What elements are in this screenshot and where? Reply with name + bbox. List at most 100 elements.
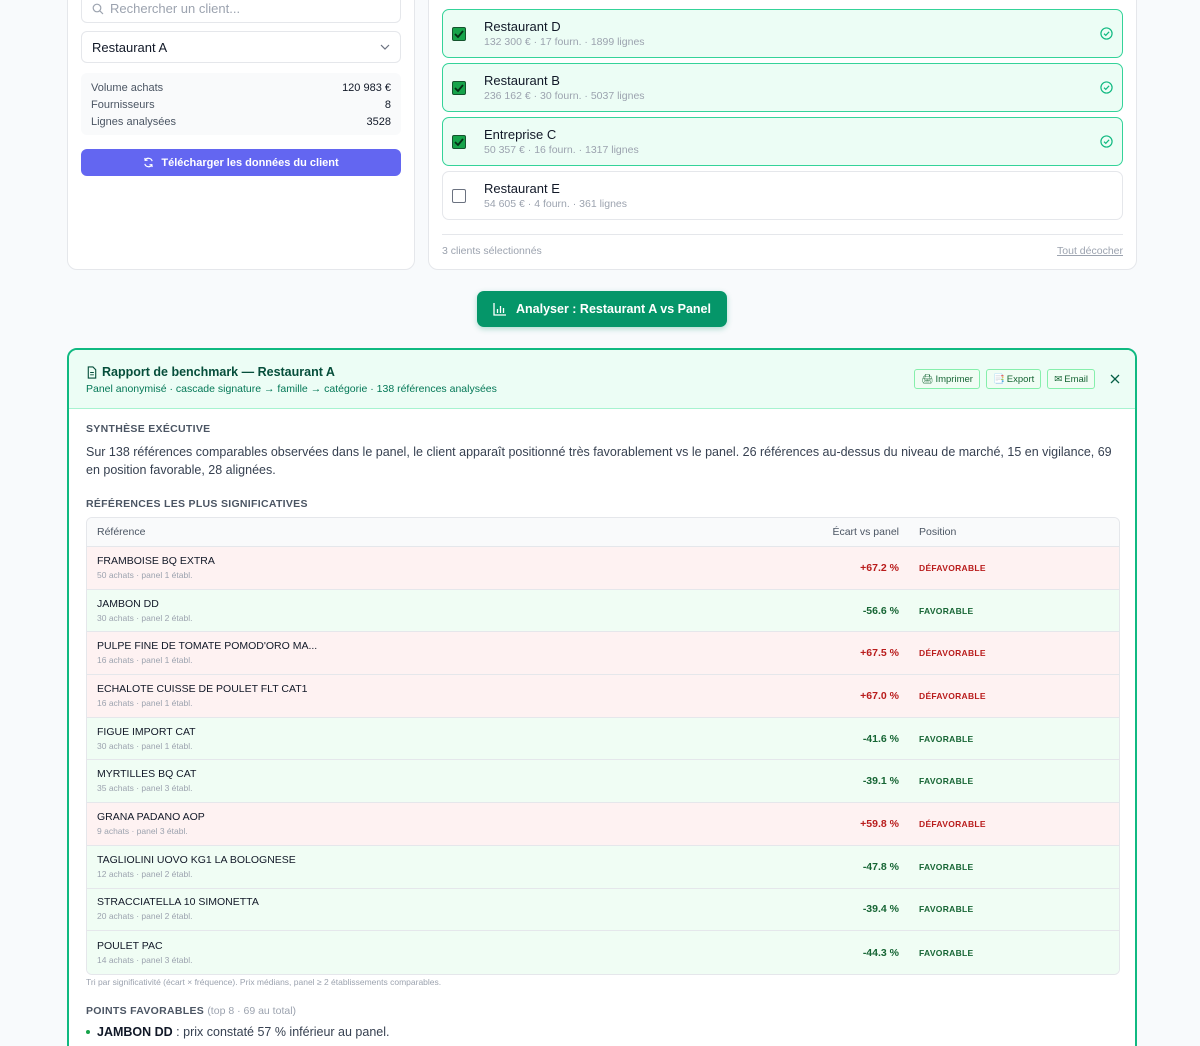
- email-button[interactable]: ✉ Email: [1047, 369, 1095, 389]
- panel-selection-card: Restaurant D 132 300 € · 17 fourn. · 1899…: [428, 0, 1137, 270]
- panel-client-item[interactable]: Entreprise C 50 357 € · 16 fourn. · 1317 …: [442, 117, 1123, 166]
- checkbox-checked-icon[interactable]: [452, 134, 466, 149]
- position-label: DÉFAVORABLE: [919, 818, 986, 829]
- uncheck-all-link[interactable]: Tout décocher: [1057, 245, 1123, 257]
- table-row: JAMBON DD 30 achats · panel 2 établ. -56.6…: [87, 589, 1119, 633]
- gap-value: -39.4 %: [862, 903, 899, 916]
- client-name: Restaurant E: [484, 180, 560, 196]
- gap-value: +67.5 %: [860, 647, 899, 660]
- search-icon: [92, 3, 104, 14]
- export-button[interactable]: 📑 Export: [985, 369, 1042, 389]
- client-selector-card: Rechercher un client... Restaurant A Vol…: [67, 0, 415, 270]
- reference-name: TAGLIOLINI UOVO KG1 LA BOLOGNESE: [97, 853, 296, 866]
- position-label: FAVORABLE: [919, 904, 974, 915]
- stat-lines: Lignes analysées 3528: [91, 116, 391, 128]
- reference-meta: 50 achats · panel 1 établ.: [97, 569, 193, 580]
- download-client-data-button[interactable]: Télécharger les données du client: [81, 149, 401, 176]
- panel-client-item[interactable]: Restaurant E 54 605 € · 4 fourn. · 361 li…: [442, 171, 1123, 220]
- reference-cell: STRACCIATELLA 10 SIMONETTA 20 achats · pa…: [87, 895, 807, 923]
- favorable-heading: POINTS FAVORABLES (top 8 · 69 au total): [86, 1005, 297, 1017]
- mail-icon: ✉: [1054, 373, 1063, 385]
- reference-meta: 30 achats · panel 2 établ.: [97, 612, 193, 623]
- position-label: FAVORABLE: [919, 733, 974, 744]
- client-meta: 236 162 € · 30 fourn. · 5037 lignes: [484, 89, 645, 102]
- client-name: Entreprise C: [484, 126, 557, 142]
- client-meta: 54 605 € · 4 fourn. · 361 lignes: [484, 197, 628, 210]
- stat-volume: Volume achats 120 983 €: [91, 82, 391, 94]
- position-label: FAVORABLE: [919, 776, 974, 787]
- gap-value: -39.1 %: [862, 775, 899, 788]
- summary-text: Sur 138 références comparables observées…: [86, 445, 1112, 477]
- reference-meta: 16 achats · panel 1 établ.: [97, 655, 193, 666]
- position-label: FAVORABLE: [919, 861, 974, 872]
- search-placeholder: Rechercher un client...: [110, 1, 241, 16]
- gap-value: +67.2 %: [860, 561, 899, 574]
- reference-meta: 12 achats · panel 2 établ.: [97, 868, 193, 879]
- client-stats: Volume achats 120 983 € Fournisseurs 8 Lig…: [81, 73, 401, 135]
- position-label: FAVORABLE: [919, 947, 974, 958]
- file-icon: 📑: [992, 373, 1005, 385]
- document-icon: [87, 365, 97, 379]
- report-header: Rapport de benchmark — Restaurant A Pane…: [69, 350, 1135, 409]
- report-actions: 🖨 Imprimer 📑 Export ✉ Email: [914, 369, 1121, 389]
- panel-client-item[interactable]: Restaurant B 236 162 € · 30 fourn. · 5037…: [442, 63, 1123, 112]
- client-search-input[interactable]: Rechercher un client...: [81, 0, 401, 23]
- reference-meta: 9 achats · panel 3 établ.: [97, 825, 188, 836]
- position-label: DÉFAVORABLE: [919, 562, 986, 573]
- chevron-down-icon: [380, 44, 390, 50]
- print-button[interactable]: 🖨 Imprimer: [914, 369, 980, 389]
- table-row: TAGLIOLINI UOVO KG1 LA BOLOGNESE 12 achat…: [87, 845, 1119, 889]
- selection-footer: 3 clients sélectionnés Tout décocher: [442, 234, 1123, 257]
- favorable-point-text: : prix constaté 57 % inférieur au panel.: [172, 1025, 390, 1039]
- position-label: DÉFAVORABLE: [919, 648, 986, 659]
- table-row: PULPE FINE DE TOMATE POMOD'ORO MA... 16 a…: [87, 632, 1119, 676]
- reference-cell: ECHALOTE CUISSE DE POULET FLT CAT1 16 ach…: [87, 682, 807, 710]
- reference-name: STRACCIATELLA 10 SIMONETTA: [97, 896, 259, 909]
- gap-value: -44.3 %: [862, 946, 899, 959]
- check-circle-icon: [1100, 135, 1113, 148]
- panel-client-item[interactable]: Restaurant D 132 300 € · 17 fourn. · 1899…: [442, 9, 1123, 58]
- reference-cell: PULPE FINE DE TOMATE POMOD'ORO MA... 16 a…: [87, 639, 807, 667]
- printer-icon: 🖨: [921, 373, 934, 385]
- gap-value: +67.0 %: [860, 689, 899, 702]
- favorable-point: JAMBON DD : prix constaté 57 % inférieur…: [86, 1025, 390, 1039]
- references-table: Référence Écart vs panel Position FRAMBO…: [86, 517, 1120, 975]
- reference-name: MYRTILLES BQ CAT: [97, 768, 197, 781]
- summary-heading: SYNTHÈSE EXÉCUTIVE: [86, 423, 211, 435]
- checkbox-checked-icon[interactable]: [452, 26, 466, 41]
- reference-meta: 16 achats · panel 1 établ.: [97, 697, 193, 708]
- client-select-value: Restaurant A: [92, 39, 168, 55]
- table-row: FIGUE IMPORT CAT 30 achats · panel 1 étab…: [87, 717, 1119, 761]
- reference-name: FIGUE IMPORT CAT: [97, 725, 196, 738]
- benchmark-report: Rapport de benchmark — Restaurant A Pane…: [67, 348, 1137, 1046]
- check-circle-icon: [1100, 81, 1113, 94]
- reference-cell: TAGLIOLINI UOVO KG1 LA BOLOGNESE 12 achat…: [87, 853, 807, 881]
- reference-cell: MYRTILLES BQ CAT 35 achats · panel 3 étab…: [87, 767, 807, 795]
- table-body: FRAMBOISE BQ EXTRA 50 achats · panel 1 ét…: [87, 547, 1119, 974]
- table-row: GRANA PADANO AOP 9 achats · panel 3 établ…: [87, 803, 1119, 846]
- table-row: FRAMBOISE BQ EXTRA 50 achats · panel 1 ét…: [87, 547, 1119, 590]
- analyse-button[interactable]: Analyser : Restaurant A vs Panel: [477, 291, 727, 327]
- table-row: POULET PAC 14 achats · panel 3 établ. -44.…: [87, 931, 1119, 974]
- client-meta: 50 357 € · 16 fourn. · 1317 lignes: [484, 143, 639, 156]
- client-select[interactable]: Restaurant A: [81, 31, 401, 63]
- reference-cell: GRANA PADANO AOP 9 achats · panel 3 établ…: [87, 810, 807, 838]
- position-label: DÉFAVORABLE: [919, 690, 986, 701]
- reference-cell: JAMBON DD 30 achats · panel 2 établ.: [87, 597, 807, 625]
- client-name: Restaurant D: [484, 18, 561, 34]
- analyse-button-label: Analyser : Restaurant A vs Panel: [516, 302, 711, 316]
- table-row: STRACCIATELLA 10 SIMONETTA 20 achats · pa…: [87, 888, 1119, 932]
- refs-heading: RÉFÉRENCES LES PLUS SIGNIFICATIVES: [86, 498, 308, 510]
- position-label: FAVORABLE: [919, 605, 974, 616]
- gap-value: -56.6 %: [862, 604, 899, 617]
- gap-value: +59.8 %: [860, 817, 899, 830]
- close-icon[interactable]: [1109, 373, 1121, 385]
- bullet-icon: [86, 1030, 90, 1034]
- checkbox-checked-icon[interactable]: [452, 80, 466, 95]
- checkbox-unchecked-icon[interactable]: [452, 188, 466, 203]
- reference-name: ECHALOTE CUISSE DE POULET FLT CAT1: [97, 682, 308, 695]
- favorable-count: (top 8 · 69 au total): [207, 1005, 297, 1017]
- reference-name: GRANA PADANO AOP: [97, 810, 205, 823]
- reference-meta: 14 achats · panel 3 établ.: [97, 954, 193, 965]
- reference-meta: 30 achats · panel 1 établ.: [97, 740, 193, 751]
